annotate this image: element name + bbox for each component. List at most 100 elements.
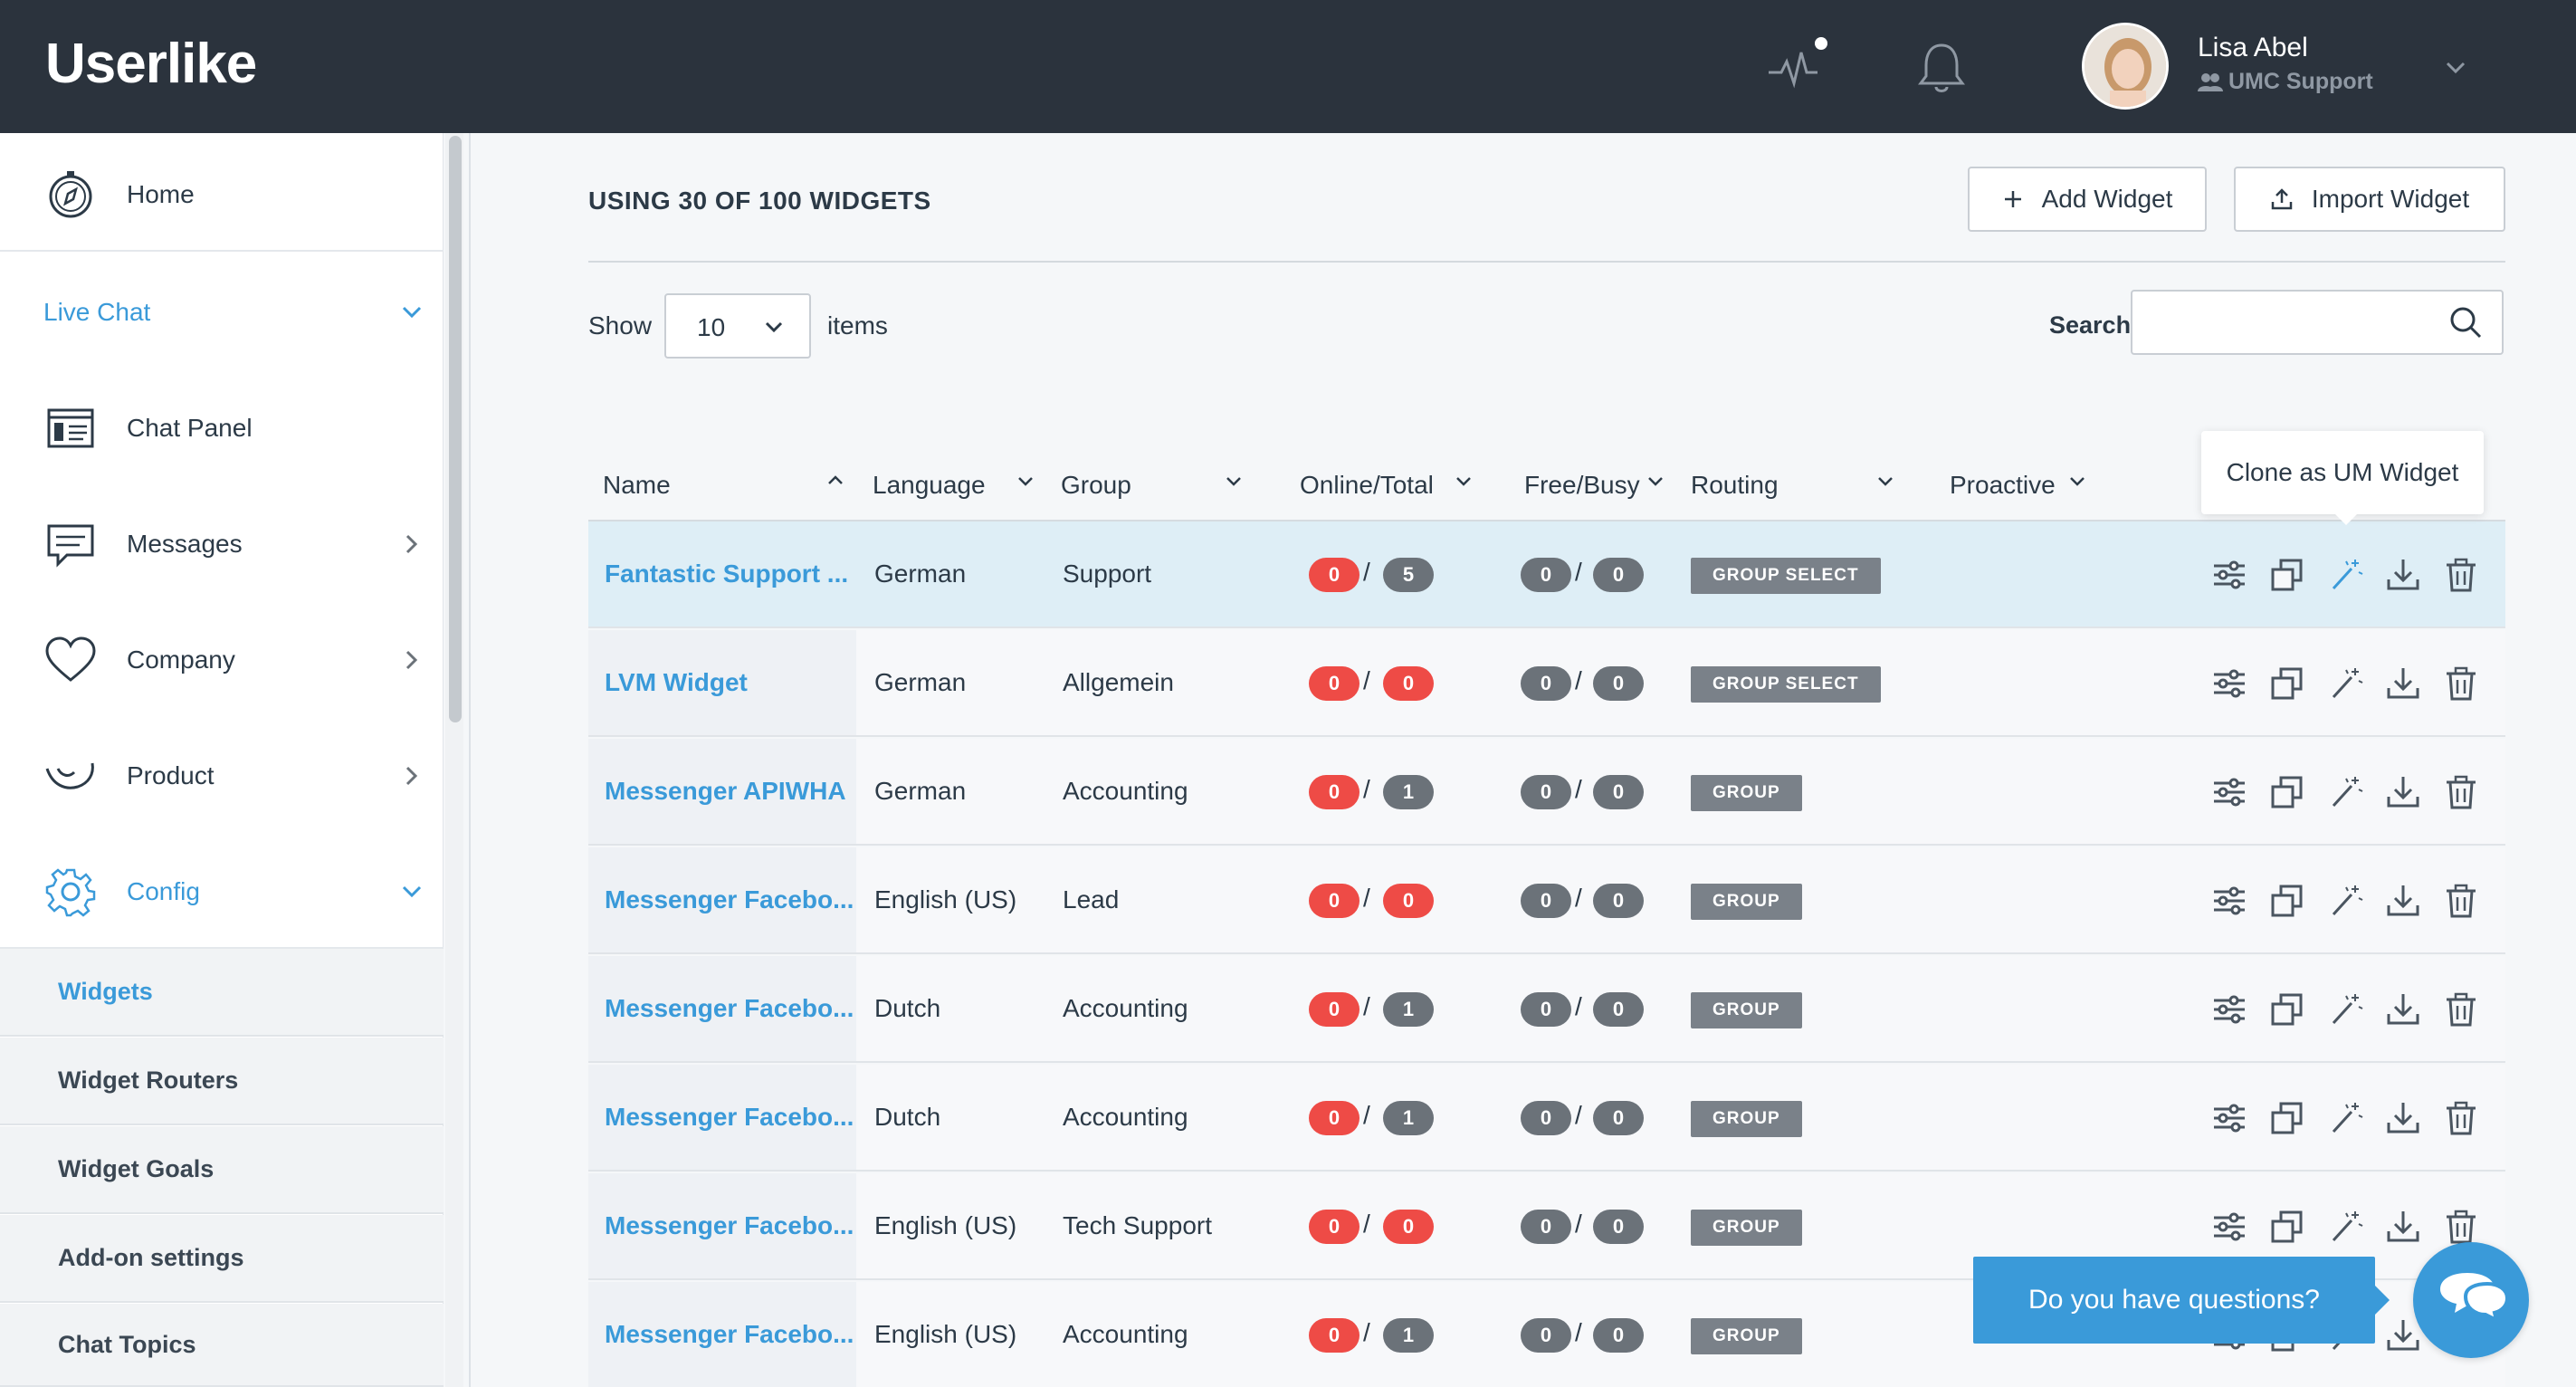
sidebar-subitem-widget-routers[interactable]: Widget Routers — [0, 1038, 444, 1125]
sort-down-icon[interactable] — [1644, 469, 1667, 493]
trash-icon[interactable] — [2442, 1208, 2480, 1246]
download-icon[interactable] — [2384, 990, 2422, 1028]
magic-wand-icon[interactable] — [2326, 1099, 2364, 1137]
busy-count-badge: 0 — [1593, 992, 1644, 1027]
copy-icon[interactable] — [2268, 556, 2306, 594]
download-icon[interactable] — [2384, 773, 2422, 811]
magic-wand-icon[interactable] — [2326, 773, 2364, 811]
sidebar-subitem-widget-goals[interactable]: Widget Goals — [0, 1126, 444, 1214]
table-row[interactable]: Messenger Facebo... Dutch Accounting 0 /… — [588, 1065, 2505, 1172]
trash-icon[interactable] — [2442, 1099, 2480, 1137]
sort-down-icon[interactable] — [2066, 469, 2089, 493]
slash-separator: / — [1363, 1318, 1370, 1346]
sort-down-icon[interactable] — [1222, 469, 1245, 493]
sidebar-item-company[interactable]: Company — [0, 610, 444, 710]
widget-language: German — [874, 668, 967, 696]
widget-name-link[interactable]: Messenger Facebo... — [605, 1103, 854, 1132]
copy-icon[interactable] — [2268, 665, 2306, 703]
sidebar-subitem-chat-topics[interactable]: Chat Topics — [0, 1304, 444, 1387]
sidebar-item-config[interactable]: Config — [0, 842, 444, 942]
widget-name-link[interactable]: Messenger Facebo... — [605, 1320, 854, 1349]
widget-name-link[interactable]: LVM Widget — [605, 668, 748, 697]
bell-icon[interactable] — [1910, 36, 1973, 100]
sort-down-icon[interactable] — [1452, 469, 1475, 493]
items-label: items — [827, 311, 888, 340]
column-header-proactive[interactable]: Proactive — [1950, 471, 2056, 500]
sort-down-icon[interactable] — [1014, 469, 1037, 493]
magic-wand-icon[interactable] — [2326, 1208, 2364, 1246]
magic-wand-icon[interactable] — [2326, 990, 2364, 1028]
copy-icon[interactable] — [2268, 990, 2306, 1028]
magic-wand-icon[interactable] — [2326, 665, 2364, 703]
trash-icon[interactable] — [2442, 773, 2480, 811]
download-icon[interactable] — [2384, 882, 2422, 920]
import-widget-button[interactable]: Import Widget — [2234, 167, 2505, 232]
logo[interactable]: Userlike — [45, 27, 257, 100]
table-row[interactable]: Messenger APIWHA German Accounting 0 / 1… — [588, 739, 2505, 846]
table-row[interactable]: LVM Widget German Allgemein 0 / 0 0 / 0 … — [588, 630, 2505, 737]
copy-icon[interactable] — [2268, 1099, 2306, 1137]
add-widget-button[interactable]: Add Widget — [1968, 167, 2207, 232]
widget-name-link[interactable]: Messenger APIWHA — [605, 777, 846, 806]
sidebar-item-home[interactable]: Home — [0, 145, 444, 244]
sort-up-icon[interactable] — [824, 469, 847, 493]
settings-sliders-icon[interactable] — [2210, 773, 2248, 811]
sidebar-scrollbar-thumb[interactable] — [449, 136, 462, 722]
trash-icon[interactable] — [2442, 882, 2480, 920]
trash-icon[interactable] — [2442, 990, 2480, 1028]
chat-prompt-bubble[interactable]: Do you have questions? — [1973, 1257, 2375, 1344]
routing-badge: GROUP SELECT — [1691, 558, 1881, 594]
column-header-online-total[interactable]: Online/Total — [1300, 471, 1434, 500]
download-icon[interactable] — [2384, 1208, 2422, 1246]
settings-sliders-icon[interactable] — [2210, 1208, 2248, 1246]
sort-down-icon[interactable] — [1874, 469, 1897, 493]
page-size-select[interactable]: 10 — [664, 293, 811, 359]
settings-sliders-icon[interactable] — [2210, 1099, 2248, 1137]
table-row[interactable]: Fantastic Support ... German Support 0 /… — [588, 521, 2505, 628]
column-header-name[interactable]: Name — [603, 471, 671, 500]
widget-name-link[interactable]: Messenger Facebo... — [605, 885, 854, 914]
settings-sliders-icon[interactable] — [2210, 556, 2248, 594]
sidebar-subitem-addon-settings[interactable]: Add-on settings — [0, 1215, 444, 1303]
copy-icon[interactable] — [2268, 882, 2306, 920]
online-count-badge: 0 — [1309, 1101, 1360, 1135]
column-header-free-busy[interactable]: Free/Busy — [1524, 471, 1640, 500]
settings-sliders-icon[interactable] — [2210, 990, 2248, 1028]
total-count-badge: 1 — [1383, 992, 1434, 1027]
sidebar-item-messages[interactable]: Messages — [0, 494, 444, 594]
slash-separator: / — [1363, 992, 1370, 1020]
routing-badge: GROUP — [1691, 1101, 1802, 1137]
widget-name-link[interactable]: Messenger Facebo... — [605, 1211, 854, 1240]
sidebar-item-chat-panel[interactable]: Chat Panel — [0, 378, 444, 478]
chevron-down-icon[interactable] — [2440, 53, 2471, 83]
search-icon[interactable] — [2447, 304, 2484, 340]
activity-icon[interactable] — [1765, 36, 1828, 100]
column-header-routing[interactable]: Routing — [1691, 471, 1779, 500]
download-icon[interactable] — [2384, 1099, 2422, 1137]
sidebar-subitem-widgets[interactable]: Widgets — [0, 949, 444, 1037]
widget-name-link[interactable]: Messenger Facebo... — [605, 994, 854, 1023]
busy-count-badge: 0 — [1593, 1210, 1644, 1244]
chat-launcher-button[interactable] — [2413, 1242, 2529, 1358]
widget-name-link[interactable]: Fantastic Support ... — [605, 560, 848, 588]
trash-icon[interactable] — [2442, 665, 2480, 703]
clone-tooltip: Clone as UM Widget — [2201, 431, 2484, 514]
trash-icon[interactable] — [2442, 556, 2480, 594]
sidebar-section-live-chat[interactable]: Live Chat — [0, 263, 444, 362]
download-icon[interactable] — [2384, 556, 2422, 594]
table-row[interactable]: Messenger Facebo... Dutch Accounting 0 /… — [588, 956, 2505, 1063]
copy-icon[interactable] — [2268, 773, 2306, 811]
table-row[interactable]: Messenger Facebo... English (US) Lead 0 … — [588, 847, 2505, 954]
settings-sliders-icon[interactable] — [2210, 882, 2248, 920]
avatar[interactable] — [2082, 23, 2169, 110]
copy-icon[interactable] — [2268, 1208, 2306, 1246]
column-header-language[interactable]: Language — [873, 471, 986, 500]
column-header-group[interactable]: Group — [1061, 471, 1131, 500]
chat-prompt-arrow — [2375, 1286, 2390, 1315]
sidebar-item-product[interactable]: Product — [0, 726, 444, 826]
magic-wand-icon[interactable] — [2326, 556, 2364, 594]
download-icon[interactable] — [2384, 665, 2422, 703]
user-role-label: UMC Support — [2228, 69, 2373, 94]
settings-sliders-icon[interactable] — [2210, 665, 2248, 703]
magic-wand-icon[interactable] — [2326, 882, 2364, 920]
